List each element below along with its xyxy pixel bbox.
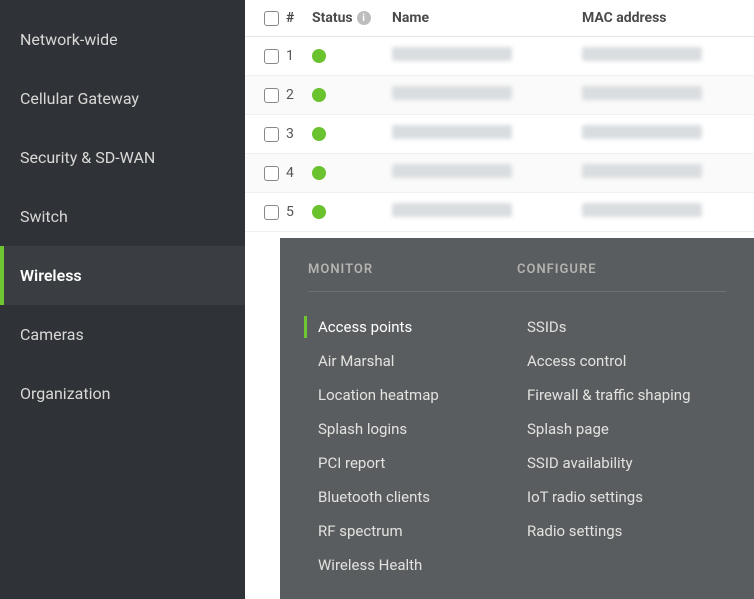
flyout-column: CONFIGURE SSIDsAccess controlFirewall & t… xyxy=(517,262,726,582)
device-table: # Status i Name MAC address 1 2 3 4 5 xyxy=(245,0,754,232)
row-num: 1 xyxy=(282,48,312,64)
flyout-item-ssids[interactable]: SSIDs xyxy=(517,310,726,344)
name-redacted xyxy=(392,86,512,100)
flyout-item-wireless-health[interactable]: Wireless Health xyxy=(308,548,517,582)
flyout-item-access-points[interactable]: Access points xyxy=(308,310,517,344)
flyout-item-bluetooth-clients[interactable]: Bluetooth clients xyxy=(308,480,517,514)
sidebar-item-network-wide[interactable]: Network-wide xyxy=(0,10,245,69)
status-dot xyxy=(312,205,326,219)
row-checkbox[interactable] xyxy=(264,166,279,181)
info-icon[interactable]: i xyxy=(357,11,371,25)
select-all-checkbox[interactable] xyxy=(264,11,279,26)
row-checkbox[interactable] xyxy=(264,205,279,220)
sidebar-item-cellular-gateway[interactable]: Cellular Gateway xyxy=(0,69,245,128)
mac-redacted xyxy=(582,164,702,178)
row-num: 2 xyxy=(282,87,312,103)
flyout-item-access-control[interactable]: Access control xyxy=(517,344,726,378)
mac-redacted xyxy=(582,86,702,100)
col-mac-header: MAC address xyxy=(582,10,739,26)
row-checkbox[interactable] xyxy=(264,88,279,103)
status-dot xyxy=(312,166,326,180)
row-checkbox[interactable] xyxy=(264,127,279,142)
status-dot xyxy=(312,127,326,141)
row-num: 4 xyxy=(282,165,312,181)
flyout-heading: CONFIGURE xyxy=(517,262,726,292)
flyout-item-pci-report[interactable]: PCI report xyxy=(308,446,517,480)
name-redacted xyxy=(392,47,512,61)
sidebar-item-cameras[interactable]: Cameras xyxy=(0,305,245,364)
mac-redacted xyxy=(582,203,702,217)
content: # Status i Name MAC address 1 2 3 4 5 MONITO… xyxy=(245,0,754,599)
status-dot xyxy=(312,49,326,63)
table-row[interactable]: 3 xyxy=(245,115,754,154)
col-name-header: Name xyxy=(392,10,582,26)
mac-redacted xyxy=(582,47,702,61)
sidebar-item-security-sd-wan[interactable]: Security & SD-WAN xyxy=(0,128,245,187)
table-row[interactable]: 2 xyxy=(245,76,754,115)
sidebar-item-wireless[interactable]: Wireless xyxy=(0,246,245,305)
flyout-item-splash-logins[interactable]: Splash logins xyxy=(308,412,517,446)
row-num: 5 xyxy=(282,204,312,220)
flyout-item-ssid-availability[interactable]: SSID availability xyxy=(517,446,726,480)
flyout-item-firewall-traffic-shaping[interactable]: Firewall & traffic shaping xyxy=(517,378,726,412)
flyout-item-splash-page[interactable]: Splash page xyxy=(517,412,726,446)
table-row[interactable]: 5 xyxy=(245,193,754,232)
row-num: 3 xyxy=(282,126,312,142)
name-redacted xyxy=(392,164,512,178)
status-dot xyxy=(312,88,326,102)
sidebar-item-organization[interactable]: Organization xyxy=(0,364,245,423)
flyout-item-location-heatmap[interactable]: Location heatmap xyxy=(308,378,517,412)
col-num-header: # xyxy=(282,10,312,26)
flyout-item-iot-radio-settings[interactable]: IoT radio settings xyxy=(517,480,726,514)
name-redacted xyxy=(392,203,512,217)
row-checkbox[interactable] xyxy=(264,49,279,64)
flyout-heading: MONITOR xyxy=(308,262,517,292)
sidebar-item-switch[interactable]: Switch xyxy=(0,187,245,246)
mac-redacted xyxy=(582,125,702,139)
name-redacted xyxy=(392,125,512,139)
table-row[interactable]: 1 xyxy=(245,37,754,76)
flyout-column: MONITOR Access pointsAir MarshalLocation … xyxy=(308,262,517,582)
flyout-item-radio-settings[interactable]: Radio settings xyxy=(517,514,726,548)
flyout-item-air-marshal[interactable]: Air Marshal xyxy=(308,344,517,378)
sidebar: Network-wideCellular GatewaySecurity & S… xyxy=(0,0,245,599)
table-row[interactable]: 4 xyxy=(245,154,754,193)
col-status-header: Status i xyxy=(312,10,392,26)
table-header-row: # Status i Name MAC address xyxy=(245,0,754,37)
wireless-flyout: MONITOR Access pointsAir MarshalLocation … xyxy=(280,238,754,599)
flyout-item-rf-spectrum[interactable]: RF spectrum xyxy=(308,514,517,548)
